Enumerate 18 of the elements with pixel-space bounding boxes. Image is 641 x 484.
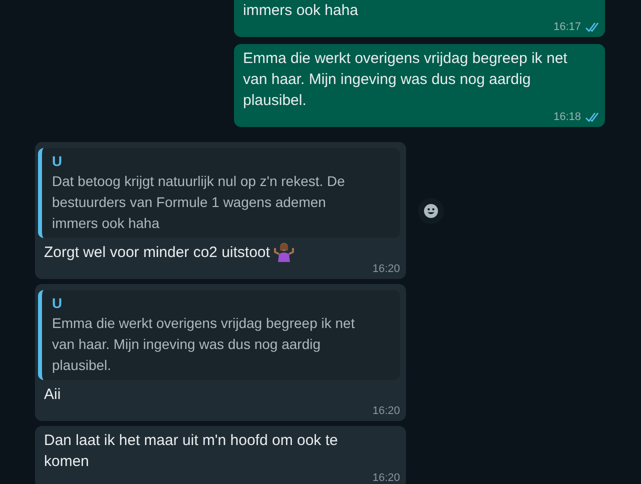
message-time: 16:20	[372, 404, 400, 418]
quote-author: U	[52, 294, 64, 312]
message-text: Dan laat ik het maar uit m'n hoofd om ook te komen	[44, 431, 339, 472]
quoted-message[interactable]: U Dat betoog krijgt natuurlijk nul op z'n rekest. De bestuurders van Formule 1 wagens ademen immers ook haha	[38, 148, 400, 238]
message-time: 16:20	[372, 471, 400, 484]
message-text: Zorgt wel voor minder co2 uitstoot	[44, 243, 270, 263]
message-time: 16:18	[553, 110, 581, 124]
message-time: 16:17	[553, 20, 581, 34]
message-text: Aii	[44, 385, 61, 405]
quoted-message[interactable]: U Emma die werkt overigens vrijdag begreep ik net van haar. Mijn ingeving was dus nog aardig plausibel.	[38, 290, 400, 380]
message-text: immers ook haha	[243, 1, 358, 21]
quote-text: Dat betoog krijgt natuurlijk nul op z'n rekest. De bestuurders van Formule 1 wagens ademen immers ook haha	[52, 172, 346, 233]
quote-author: U	[52, 152, 64, 170]
quote-text: Emma die werkt overigens vrijdag begreep ik net van haar. Mijn ingeving was dus nog aardig plausibel.	[52, 314, 356, 375]
message-text: Emma die werkt overigens vrijdag begreep ik net van haar. Mijn ingeving was dus nog aardig plausibel.	[243, 49, 568, 111]
smiley-icon	[424, 204, 438, 218]
emoji-reaction-button[interactable]	[418, 198, 444, 224]
message-time: 16:20	[372, 262, 400, 276]
